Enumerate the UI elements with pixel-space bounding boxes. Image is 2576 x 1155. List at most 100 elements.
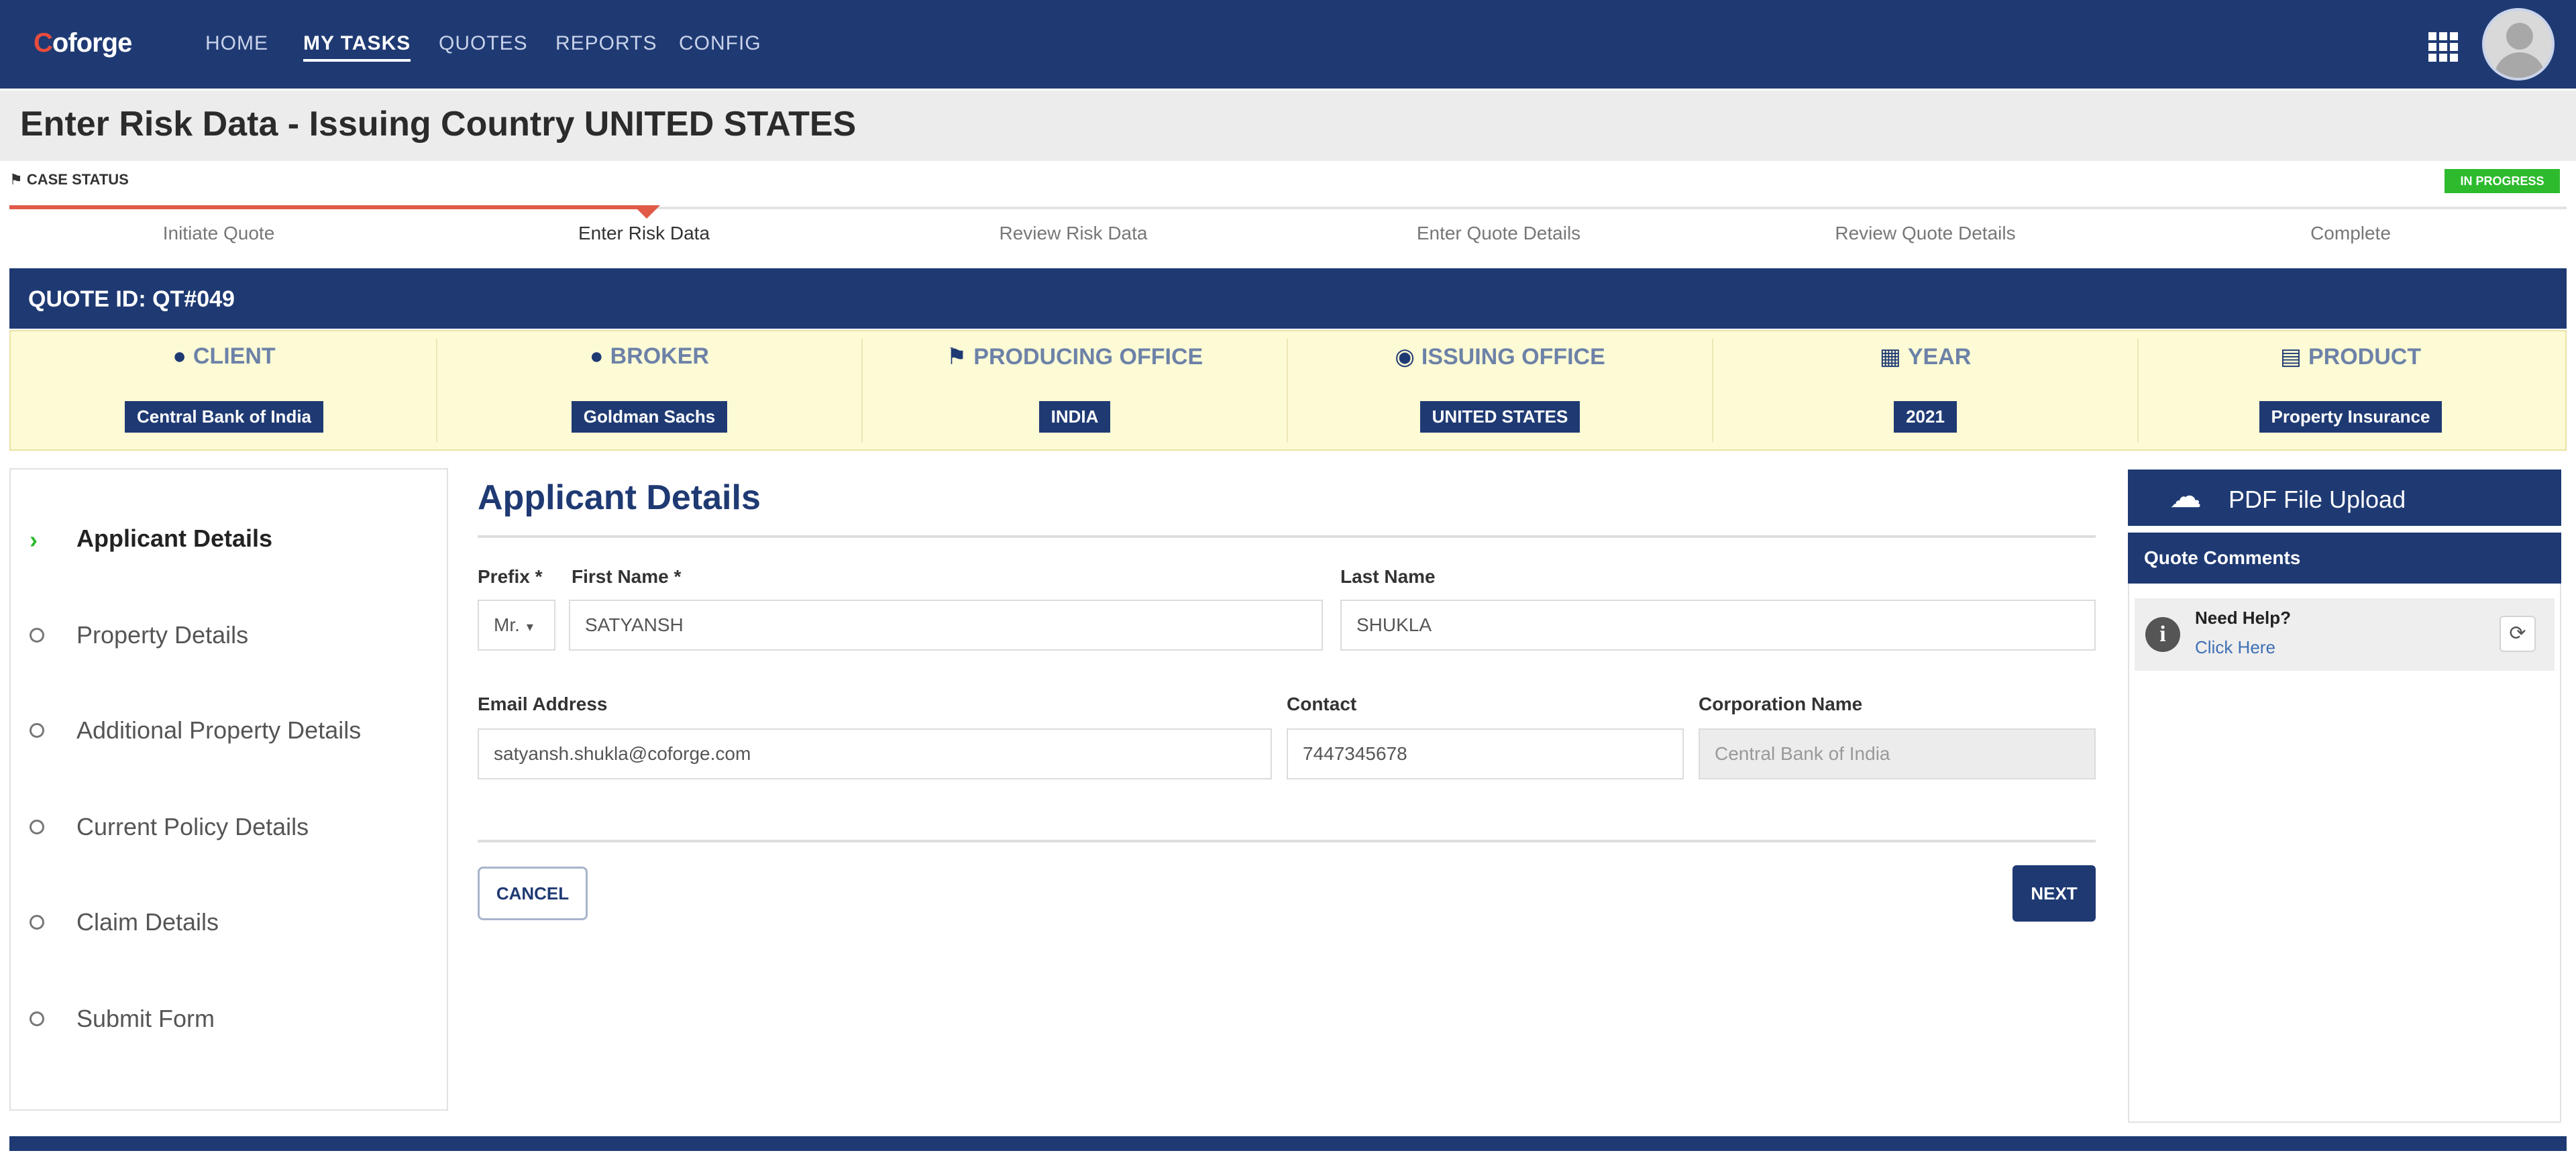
pdf-upload-label: PDF File Upload [2229, 486, 2406, 513]
product-label-text: PRODUCT [2308, 344, 2422, 370]
step-initiate-quote[interactable]: Initiate Quote [4, 223, 433, 244]
nav-reports[interactable]: REPORTS [555, 32, 657, 55]
step-review-quote-details[interactable]: Review Quote Details [1711, 223, 2140, 244]
product-label: ▤ PRODUCT [2139, 343, 2563, 370]
product-value-wrap: Property Insurance [2139, 401, 2563, 433]
sidebar-item-submit-form[interactable]: Submit Form [9, 999, 445, 1053]
quote-comments-header: Quote Comments [2128, 533, 2561, 584]
issuing-office-label-text: ISSUING OFFICE [1421, 344, 1605, 370]
document-icon: ▤ [2279, 344, 2302, 370]
contact-label: Contact [1287, 694, 1357, 714]
contact-field[interactable]: 7447345678 [1287, 728, 1684, 779]
client-label-text: CLIENT [193, 343, 276, 369]
quote-id-bar [9, 268, 2567, 329]
broker-label: ● BROKER [437, 343, 861, 370]
globe-icon: ◉ [1395, 344, 1415, 370]
client-value-wrap: Central Bank of India [12, 401, 436, 433]
nav-my-tasks[interactable]: MY TASKS [303, 32, 411, 62]
circle-icon [30, 1011, 44, 1026]
sidebar-item-additional-property-details[interactable]: Additional Property Details [9, 711, 445, 765]
email-field[interactable]: satyansh.shukla@coforge.com [478, 728, 1272, 779]
nav-home[interactable]: HOME [205, 32, 268, 55]
section-title: Applicant Details [478, 478, 761, 517]
page-title: Enter Risk Data - Issuing Country UNITED… [20, 105, 857, 144]
year-label: ▦ YEAR [1713, 343, 2137, 370]
producing-office-value: INDIA [1038, 401, 1111, 433]
last-name-input[interactable]: SHUKLA [1340, 600, 2096, 651]
year-value-wrap: 2021 [1713, 401, 2137, 433]
form-divider [478, 840, 2096, 842]
next-button[interactable]: NEXT [2012, 865, 2096, 922]
circle-icon [30, 723, 44, 738]
refresh-icon[interactable]: ⟳ [2500, 616, 2536, 652]
issuing-office-label: ◉ ISSUING OFFICE [1288, 343, 1712, 370]
footer-bar [9, 1136, 2567, 1151]
prefix-label: Prefix * [478, 566, 543, 587]
caret-down-icon: ▾ [526, 620, 533, 635]
calendar-icon: ▦ [1879, 344, 1901, 370]
coforge-logo[interactable]: Coforge [34, 28, 132, 58]
prefix-select[interactable]: Mr. ▾ [478, 600, 555, 651]
flag-icon: ⚑ [946, 344, 967, 370]
producing-office-label-text: PRODUCING OFFICE [973, 344, 1203, 370]
broker-label-text: BROKER [610, 343, 709, 369]
case-status-label: ⚑ CASE STATUS [9, 171, 129, 188]
step-review-risk-data[interactable]: Review Risk Data [859, 223, 1288, 244]
help-title: Need Help? [2195, 608, 2292, 628]
client-label: ● CLIENT [12, 343, 436, 370]
broker-value: Goldman Sachs [571, 401, 728, 433]
step-enter-quote-details[interactable]: Enter Quote Details [1284, 223, 1713, 244]
broker-value-wrap: Goldman Sachs [437, 401, 861, 433]
section-divider [478, 535, 2096, 538]
first-name-label: First Name * [572, 566, 682, 587]
prefix-value: Mr. [494, 614, 520, 635]
nav-config[interactable]: CONFIG [679, 32, 761, 55]
year-value: 2021 [1894, 401, 1957, 433]
info-icon: i [2145, 617, 2180, 652]
sidebar-item-property-details[interactable]: Property Details [9, 616, 445, 669]
quote-id: QUOTE ID: QT#049 [28, 286, 235, 312]
pdf-upload-button[interactable]: ☁ PDF File Upload [2128, 470, 2561, 526]
grid-icon[interactable] [2428, 32, 2458, 62]
circle-icon [30, 820, 44, 834]
user-tie-icon: ● [590, 343, 604, 369]
user-avatar-icon[interactable] [2482, 8, 2555, 80]
nav-quotes[interactable]: QUOTES [439, 32, 528, 55]
flag-icon: ⚑ [9, 171, 27, 188]
sidebar-item-label: Submit Form [76, 1005, 215, 1032]
issuing-office-value: UNITED STATES [1419, 401, 1580, 433]
corporation-name-field: Central Bank of India [1699, 728, 2096, 779]
step-complete[interactable]: Complete [2136, 223, 2565, 244]
last-name-label: Last Name [1340, 566, 1436, 587]
sidebar-item-current-policy-details[interactable]: Current Policy Details [9, 808, 445, 861]
client-value: Central Bank of India [124, 401, 324, 433]
stepper-current-marker [633, 205, 660, 219]
email-label: Email Address [478, 694, 608, 714]
user-icon: ● [172, 343, 186, 369]
producing-office-value-wrap: INDIA [863, 401, 1287, 433]
status-badge: IN PROGRESS [2445, 169, 2560, 193]
stepper-progress [9, 205, 653, 209]
circle-icon [30, 915, 44, 930]
producing-office-label: ⚑ PRODUCING OFFICE [863, 343, 1287, 370]
sidebar-item-applicant-details[interactable]: › Applicant Details [9, 519, 445, 573]
quote-comments-title: Quote Comments [2144, 547, 2301, 568]
step-enter-risk-data[interactable]: Enter Risk Data [429, 223, 859, 244]
help-link[interactable]: Click Here [2195, 637, 2275, 658]
chevron-right-icon: › [30, 526, 38, 553]
sidebar-item-label: Applicant Details [76, 525, 273, 552]
cloud-upload-icon: ☁ [2169, 479, 2202, 514]
case-status-text: CASE STATUS [26, 171, 129, 188]
cancel-button[interactable]: CANCEL [478, 867, 588, 920]
sidebar-item-label: Claim Details [76, 908, 219, 936]
year-label-text: YEAR [1907, 344, 1972, 370]
sidebar-item-label: Property Details [76, 621, 249, 649]
issuing-office-value-wrap: UNITED STATES [1288, 401, 1712, 433]
product-value: Property Insurance [2259, 401, 2443, 433]
sidebar-item-label: Additional Property Details [76, 716, 362, 744]
circle-icon [30, 628, 44, 643]
first-name-input[interactable]: SATYANSH [569, 600, 1323, 651]
sidebar-item-label: Current Policy Details [76, 813, 309, 840]
corporation-name-label: Corporation Name [1699, 694, 1863, 714]
sidebar-item-claim-details[interactable]: Claim Details [9, 903, 445, 956]
